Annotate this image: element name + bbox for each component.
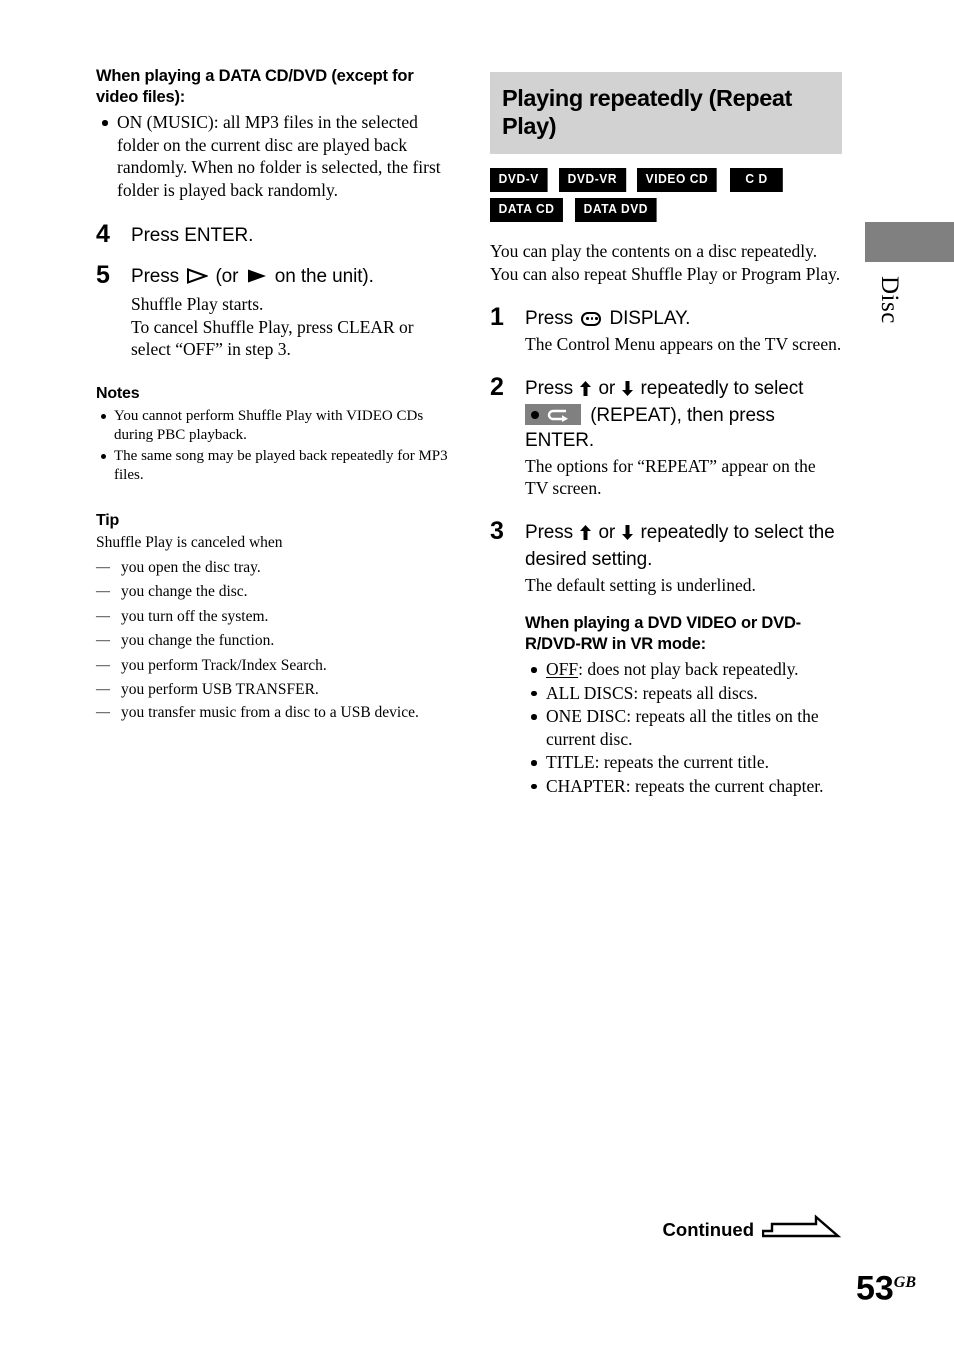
disc-badge-dvd-v: DVD-V bbox=[490, 168, 548, 192]
continued-footer: Continued bbox=[663, 1214, 842, 1245]
play-triangle-solid-icon bbox=[246, 266, 268, 291]
data-cd-dvd-heading: When playing a DATA CD/DVD (except for v… bbox=[96, 67, 414, 106]
step-5-description: Shuffle Play starts. To cancel Shuffle P… bbox=[131, 294, 414, 359]
step-2-description: The options for “REPEAT” appear on the T… bbox=[525, 455, 816, 499]
list-item: OFF: does not play back repeatedly. bbox=[525, 658, 842, 681]
list-item: ALL DISCS: repeats all discs. bbox=[525, 682, 842, 705]
list-item: CHAPTER: repeats the current chapter. bbox=[525, 775, 842, 798]
play-triangle-hollow-icon bbox=[186, 266, 210, 291]
step-1-suffix: DISPLAY. bbox=[609, 308, 691, 329]
continued-arrow-icon bbox=[761, 1214, 842, 1245]
page-title: Playing repeatedly (Repeat Play) bbox=[502, 85, 792, 139]
step-4-number: 4 bbox=[96, 220, 110, 248]
list-item: ON (MUSIC): all MP3 files in the selecte… bbox=[96, 111, 448, 201]
step-2-part1: Press bbox=[525, 377, 574, 399]
step-1-description: The Control Menu appears on the TV scree… bbox=[525, 334, 842, 354]
step-3-description: The default setting is underlined. bbox=[525, 574, 756, 595]
step-3-number: 3 bbox=[490, 516, 504, 545]
right-column: Playing repeatedly (Repeat Play) DVD-V D… bbox=[490, 72, 842, 798]
step-4-instruction: Press ENTER. bbox=[131, 225, 254, 246]
notes-section: Notes You cannot perform Shuffle Play wi… bbox=[96, 383, 448, 486]
continued-label: Continued bbox=[662, 1218, 754, 1240]
section-title-bar: Playing repeatedly (Repeat Play) bbox=[490, 72, 842, 154]
tip-title: Tip bbox=[96, 511, 120, 529]
tip-section: Tip Shuffle Play is canceled when you op… bbox=[96, 510, 448, 723]
list-item: you perform USB TRANSFER. bbox=[96, 678, 448, 703]
arrow-down-icon bbox=[621, 378, 634, 403]
step-2: 2 Press or repeatedly to select (REPEAT)… bbox=[490, 373, 842, 500]
setting-options-list: OFF: does not play back repeatedly. ALL … bbox=[525, 658, 842, 797]
step-2-instruction: Press or repeatedly to select (REPEAT), … bbox=[525, 376, 842, 453]
step-5: 5 Press (or on the unit). Shuffle Play s… bbox=[96, 261, 448, 361]
option-text: : repeats the current title. bbox=[594, 752, 770, 772]
page-number-suffix: GB bbox=[893, 1273, 916, 1291]
disc-badge-cd: C D bbox=[729, 168, 783, 192]
tip-intro: Shuffle Play is canceled when bbox=[96, 533, 283, 551]
option-text: : repeats the current chapter. bbox=[625, 775, 824, 796]
option-name: ONE DISC bbox=[546, 706, 627, 726]
step-3-part1: Press bbox=[525, 521, 574, 543]
list-item: ONE DISC: repeats all the titles on the … bbox=[525, 705, 842, 750]
list-item: you open the disc tray. bbox=[96, 556, 448, 581]
step-5-instruction: Press (or on the unit). bbox=[131, 264, 448, 291]
step-5-prefix: Press bbox=[131, 266, 180, 287]
page-number-value: 53 bbox=[855, 1269, 894, 1307]
list-item: you change the function. bbox=[96, 629, 448, 654]
step-1-number: 1 bbox=[490, 303, 504, 331]
list-item: you perform Track/Index Search. bbox=[96, 654, 448, 679]
list-item: TITLE: repeats the current title. bbox=[525, 751, 842, 774]
step-1-prefix: Press bbox=[525, 308, 574, 329]
data-cd-dvd-bullet-list: ON (MUSIC): all MP3 files in the selecte… bbox=[96, 111, 448, 201]
step-2-or: or bbox=[598, 377, 616, 399]
option-name: OFF bbox=[546, 659, 579, 679]
setting-subheading: When playing a DVD VIDEO or DVD-R/DVD-RW… bbox=[525, 614, 801, 653]
disc-badge-data-cd: DATA CD bbox=[490, 198, 564, 222]
arrow-down-icon bbox=[621, 522, 634, 547]
intro-text: You can play the contents on a disc repe… bbox=[490, 241, 841, 284]
option-name: CHAPTER bbox=[546, 775, 626, 796]
repeat-icon bbox=[525, 403, 581, 425]
option-text: : repeats all discs. bbox=[633, 682, 758, 703]
step-1: 1 Press DISPLAY. The Control Menu appear… bbox=[490, 303, 842, 356]
side-tab-disc: Disc bbox=[865, 222, 954, 324]
step-3: 3 Press or repeatedly to select the desi… bbox=[490, 517, 842, 798]
list-item: The same song may be played back repeate… bbox=[96, 447, 448, 486]
side-tab-swatch bbox=[865, 222, 954, 262]
list-item: You cannot perform Shuffle Play with VID… bbox=[96, 407, 448, 446]
step-5-suffix: on the unit). bbox=[274, 266, 374, 287]
notes-list: You cannot perform Shuffle Play with VID… bbox=[96, 407, 448, 486]
disc-badge-data-dvd: DATA DVD bbox=[575, 198, 657, 222]
option-name: ALL DISCS bbox=[546, 682, 634, 703]
disc-badge-dvd-vr: DVD-VR bbox=[558, 168, 626, 192]
list-item: you turn off the system. bbox=[96, 605, 448, 630]
side-tab-label: Disc bbox=[876, 276, 903, 324]
left-column: When playing a DATA CD/DVD (except for v… bbox=[96, 66, 448, 723]
arrow-up-icon bbox=[579, 522, 592, 547]
disc-type-badges: DVD-V DVD-VR VIDEO CD C D DATA CD DATA D… bbox=[490, 168, 850, 228]
step-3-instruction: Press or repeatedly to select the desire… bbox=[525, 520, 842, 572]
page-number: 53GB bbox=[856, 1266, 916, 1305]
step-5-number: 5 bbox=[96, 261, 110, 289]
step-3-or: or bbox=[598, 521, 616, 543]
step-1-instruction: Press DISPLAY. bbox=[525, 306, 842, 331]
step-4: 4 Press ENTER. bbox=[96, 220, 448, 248]
list-item: you transfer music from a disc to a USB … bbox=[96, 703, 448, 723]
option-text: : does not play back repeatedly. bbox=[578, 659, 799, 679]
disc-badge-video-cd: VIDEO CD bbox=[637, 168, 718, 192]
option-name: TITLE bbox=[546, 752, 595, 772]
step-2-number: 2 bbox=[490, 372, 504, 401]
manual-page: When playing a DATA CD/DVD (except for v… bbox=[0, 0, 954, 1357]
arrow-up-icon bbox=[579, 378, 592, 403]
tip-list: you open the disc tray. you change the d… bbox=[96, 556, 448, 723]
step-5-middle: (or bbox=[215, 266, 239, 287]
list-item: you change the disc. bbox=[96, 580, 448, 605]
notes-title: Notes bbox=[96, 384, 140, 402]
display-icon bbox=[581, 312, 602, 326]
step-2-part2: repeatedly to select bbox=[640, 377, 804, 399]
